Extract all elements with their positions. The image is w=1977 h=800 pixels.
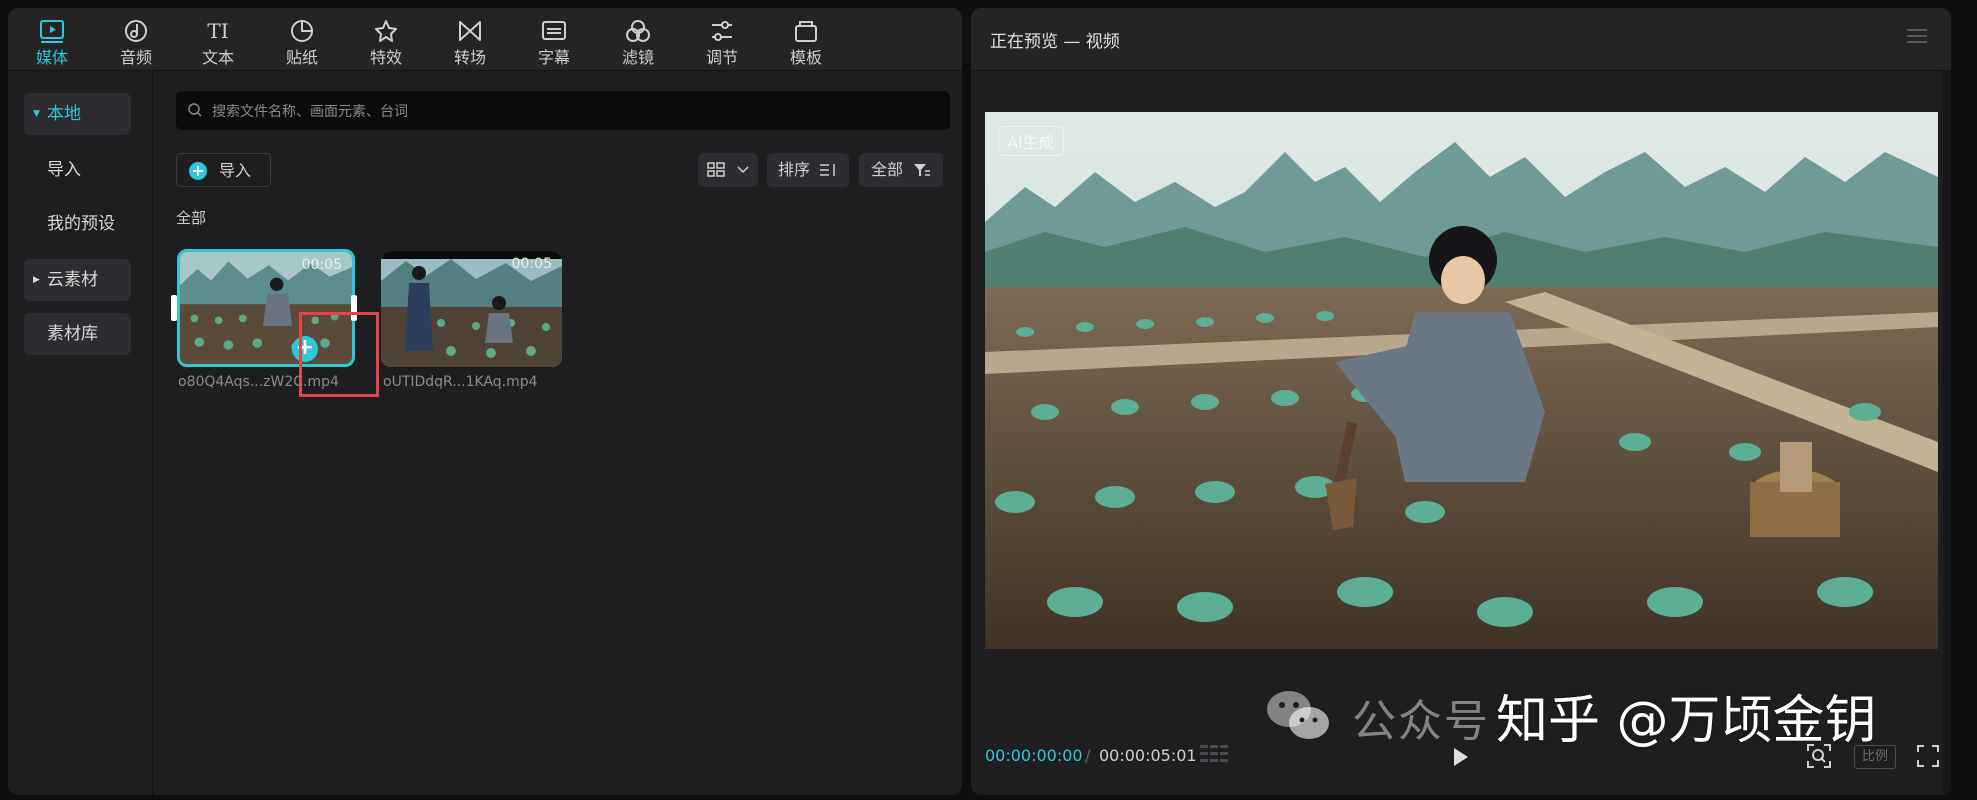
- zhihu-watermark-text: 知乎 @万顷金钥: [1496, 691, 1877, 751]
- sidebar-item-import[interactable]: 导入: [24, 149, 131, 191]
- plus-icon: +: [189, 162, 207, 180]
- fullscreen-icon[interactable]: [1916, 744, 1940, 768]
- tab-label: 贴纸: [285, 48, 318, 67]
- wechat-logo-icon: [1267, 691, 1329, 739]
- tab-label: 滤镜: [621, 48, 654, 67]
- tab-label: 文本: [201, 48, 234, 67]
- section-label: 全部: [176, 209, 207, 227]
- caret-down-icon: ▼: [33, 109, 40, 119]
- grid-view-icon: [707, 162, 725, 177]
- tab-label: 媒体: [35, 48, 68, 67]
- clip-filename: o80Q4Aqs...zW2C.mp4: [178, 374, 339, 390]
- timeline-grid-icon[interactable]: [1200, 743, 1230, 767]
- time-separator: /: [1085, 746, 1091, 765]
- sidebar-item-cloud[interactable]: ▶ 云素材: [24, 259, 131, 301]
- search-box[interactable]: [176, 91, 950, 132]
- tab-media[interactable]: 媒体: [12, 12, 92, 68]
- scrollbar-track[interactable]: [1943, 70, 1951, 795]
- clip-filename: oUTIDdqR...1KAq.mp4: [383, 374, 538, 390]
- sidebar: ▼ 本地 导入 我的预设 ▶ 云素材 素材库: [8, 71, 153, 795]
- svg-text:TI: TI: [207, 19, 228, 43]
- wechat-watermark-text: 公众号: [1352, 696, 1490, 747]
- view-mode-button[interactable]: [698, 153, 758, 187]
- media-clip[interactable]: 00:05: [381, 251, 562, 367]
- sidebar-item-label: 素材库: [47, 324, 98, 344]
- tab-sticker[interactable]: 贴纸: [262, 12, 342, 68]
- subtitle-icon: [542, 21, 566, 40]
- effects-icon: [375, 20, 397, 42]
- tab-audio[interactable]: 音频: [96, 12, 176, 68]
- filter-icon: [626, 20, 650, 42]
- tab-label: 调节: [705, 48, 738, 67]
- tab-label: 字幕: [537, 48, 570, 67]
- tab-subtitle[interactable]: 字幕: [514, 12, 594, 68]
- sidebar-item-library[interactable]: 素材库: [24, 313, 131, 355]
- menu-icon[interactable]: [1907, 28, 1927, 44]
- filter-funnel-icon: [914, 164, 930, 176]
- filter-label: 全部: [871, 160, 904, 179]
- tab-label: 转场: [453, 48, 486, 67]
- clip-duration: 00:05: [511, 256, 552, 272]
- tab-effects[interactable]: 特效: [346, 12, 426, 68]
- filter-button[interactable]: 全部: [859, 153, 943, 187]
- sort-label: 排序: [778, 160, 811, 179]
- sidebar-item-my-presets[interactable]: 我的预设: [24, 203, 131, 245]
- media-content: + 导入 排序 全部 全部: [153, 71, 962, 795]
- tab-adjust[interactable]: 调节: [682, 12, 762, 68]
- search-input[interactable]: [210, 91, 934, 132]
- search-icon: [188, 103, 202, 117]
- preview-frame: [985, 112, 1938, 649]
- sidebar-item-label: 导入: [47, 160, 81, 180]
- media-panel: 媒体 音频 TI 文本 贴纸 特效 转场 字幕 滤镜 调节 模板 ▼ 本地 导入…: [8, 8, 962, 795]
- text-icon: TI: [207, 19, 228, 43]
- ai-generated-badge: AI生成: [998, 126, 1064, 156]
- tab-text[interactable]: TI 文本: [178, 12, 258, 68]
- tab-filter[interactable]: 滤镜: [598, 12, 678, 68]
- play-icon[interactable]: [1451, 746, 1471, 768]
- clip-duration: 00:05: [301, 257, 342, 273]
- import-button[interactable]: + 导入: [176, 153, 271, 187]
- tab-label: 模板: [789, 48, 822, 67]
- template-icon: [795, 21, 817, 42]
- sidebar-item-label: 我的预设: [47, 214, 115, 234]
- sort-button[interactable]: 排序: [767, 153, 849, 187]
- preview-header: 正在预览 — 视频: [971, 8, 1951, 71]
- import-label: 导入: [219, 161, 252, 180]
- tab-label: 特效: [369, 48, 402, 67]
- caret-right-icon: ▶: [33, 275, 40, 285]
- chevron-down-icon: [737, 166, 749, 174]
- tab-label: 音频: [119, 48, 152, 67]
- top-toolbar: 媒体 音频 TI 文本 贴纸 特效 转场 字幕 滤镜 调节 模板: [8, 8, 962, 71]
- clip-trim-handle-left[interactable]: [171, 295, 177, 321]
- video-preview[interactable]: AI生成: [985, 112, 1938, 649]
- total-time: 00:00:05:01: [1099, 746, 1197, 765]
- sort-icon: [820, 164, 835, 176]
- adjust-icon: [712, 21, 732, 41]
- preview-panel: 正在预览 — 视频 AI生成 00:00:00:00 / 00:00:05:01…: [971, 8, 1951, 795]
- sidebar-item-label: 本地: [47, 104, 81, 124]
- sidebar-item-local[interactable]: ▼ 本地: [24, 93, 131, 135]
- tab-transition[interactable]: 转场: [430, 12, 510, 68]
- sticker-icon: [291, 19, 314, 42]
- media-icon: [40, 20, 64, 43]
- audio-icon: [125, 20, 147, 42]
- sidebar-item-label: 云素材: [47, 270, 98, 290]
- transition-icon: [459, 21, 481, 41]
- current-time: 00:00:00:00: [985, 746, 1083, 765]
- preview-title: 正在预览 — 视频: [990, 32, 1120, 52]
- tab-template[interactable]: 模板: [766, 12, 846, 68]
